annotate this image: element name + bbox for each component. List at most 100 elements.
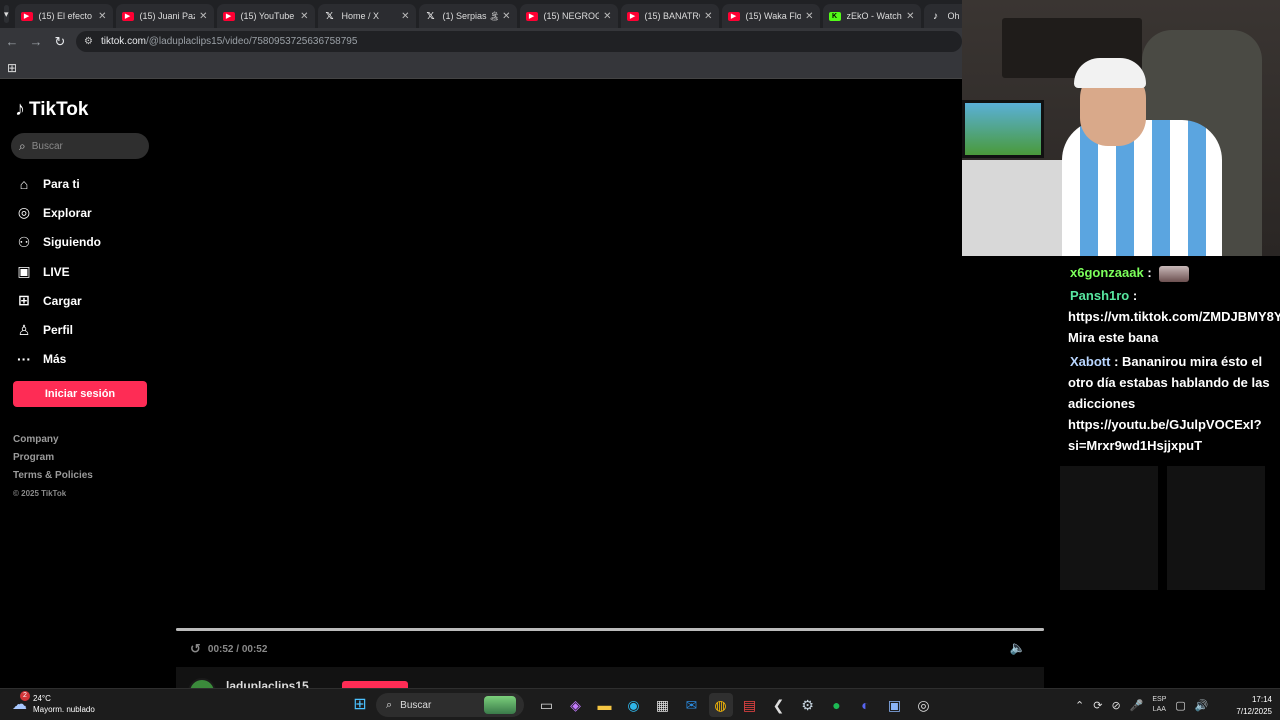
apps-grid-icon[interactable]: ⊞ <box>7 61 17 75</box>
close-icon[interactable]: ✕ <box>704 11 712 22</box>
browser-tab[interactable]: ♪ Oh <box>923 4 962 28</box>
sidebar-item-para-ti[interactable]: ⌂ Para ti <box>14 169 101 198</box>
voicemeeter-icon[interactable]: ▤ <box>738 693 762 717</box>
url-path: /@laduplaclips15/video/75809537256367587… <box>145 36 358 47</box>
windows-start-icon[interactable]: ⊞ <box>350 695 370 715</box>
webcam-feed <box>962 0 1280 256</box>
volume-icon[interactable]: 🔈 <box>1010 640 1026 656</box>
edge-icon[interactable]: ◉ <box>622 693 646 717</box>
sidebar-item-m-s[interactable]: ··· Más <box>14 345 101 374</box>
chat-emote <box>1159 265 1190 282</box>
author-name[interactable]: laduplaclips15 <box>226 679 309 688</box>
microphone-icon[interactable]: 🎤 <box>1130 699 1144 712</box>
follow-button[interactable] <box>342 681 408 688</box>
tab-search-menu-icon[interactable]: ▾ <box>4 5 9 23</box>
clock-time: 17:14 <box>1251 695 1272 704</box>
footer-link-program[interactable]: Program <box>13 452 93 470</box>
file-explorer-icon[interactable]: ▬ <box>593 693 617 717</box>
video-time: 00:52 / 00:52 <box>207 643 268 655</box>
copilot-icon[interactable]: ◈ <box>564 693 588 717</box>
chevron-up-icon[interactable]: ⌃ <box>1075 699 1084 712</box>
close-icon[interactable]: ✕ <box>805 11 813 22</box>
close-icon[interactable]: ✕ <box>199 11 207 22</box>
yt-favicon-icon: ▶ <box>525 11 538 21</box>
search-icon: ⌕ <box>386 698 393 711</box>
reload-icon[interactable]: ↻ <box>48 34 72 50</box>
url-bar[interactable]: ⚙ tiktok.com/@laduplaclips15/video/75809… <box>76 31 962 52</box>
browser-tab-label: (15) Juani Pazo <box>139 11 196 21</box>
obs-icon[interactable]: ◎ <box>912 693 936 717</box>
app-tray-icon[interactable]: ⊘ <box>1111 699 1120 712</box>
browser-tab[interactable]: ▶ (15) Waka Floc ✕ <box>721 4 820 28</box>
task-view-icon[interactable]: ▭ <box>535 693 559 717</box>
sidebar-item-perfil[interactable]: ♙ Perfil <box>14 315 101 344</box>
browser-tab[interactable]: ▶ (15) YouTube ✕ <box>216 4 315 28</box>
overlay-panel-left <box>1060 466 1158 590</box>
overlay-panel-right <box>1167 466 1265 590</box>
speaker-icon[interactable]: 🔊 <box>1195 699 1209 712</box>
sidebar-item-live[interactable]: ▣ LIVE <box>14 257 101 286</box>
browser-tab-label: (15) Waka Floc <box>745 11 802 21</box>
store-icon[interactable]: ▦ <box>651 693 675 717</box>
sidebar-item-explorar[interactable]: ◎ Explorar <box>14 198 101 227</box>
browser-tab-strip: ▾ ▶(15) El efecto b✕▶(15) Juani Pazo✕▶(1… <box>0 0 962 28</box>
steam-icon[interactable]: ⚙ <box>796 693 820 717</box>
footer-link-terms[interactable]: Terms & Policies <box>13 470 93 488</box>
bookmarks-bar: ⊞ <box>0 55 962 79</box>
close-icon[interactable]: ✕ <box>300 11 308 22</box>
discord-icon[interactable]: ◐ <box>854 693 878 717</box>
browser-tab[interactable]: ▶ (15) El efecto b ✕ <box>14 4 113 28</box>
weather-desc: Mayorm. nublado <box>33 705 95 714</box>
more-icon: ··· <box>17 351 31 368</box>
weather-widget[interactable]: ☁ 2 24°C Mayorm. nublado <box>12 691 95 715</box>
video-player[interactable]: ↺ 00:52 / 00:52 🔈 laduplaclips15 <box>176 80 1044 688</box>
browser-tab-label: (15) BANATRO <box>644 11 701 21</box>
browser-tab-label: Home / X <box>341 11 380 21</box>
search-input[interactable] <box>31 140 132 152</box>
footer-link-company[interactable]: Company <box>13 434 93 452</box>
language-indicator[interactable]: ESP LAA <box>1152 695 1166 715</box>
browser-tab[interactable]: ▶ (15) BANATRO ✕ <box>620 4 719 28</box>
clock[interactable]: 17:14 7/12/2025 <box>1228 694 1272 718</box>
tiktok-logo[interactable]: ♪ TikTok <box>15 98 88 121</box>
close-icon[interactable]: ✕ <box>906 11 914 22</box>
sidebar-menu: ⌂ Para ti ◎ Explorar ⚇ Siguiendo ▣ LIVE ⊞ Cargar ♙… <box>14 169 101 374</box>
replay-icon[interactable]: ↺ <box>190 641 201 657</box>
browser-tab[interactable]: ▶ (15) NEGROGA✕ <box>519 4 618 28</box>
close-icon[interactable]: ✕ <box>603 11 611 22</box>
video-progress-fill <box>176 628 1044 631</box>
browser-tab[interactable]: 𝕏 Home / X ✕ <box>317 4 416 28</box>
site-info-icon[interactable]: ⚙ <box>84 36 93 47</box>
copyright: © 2025 TikTok <box>13 489 67 498</box>
app-window-icon[interactable]: ▣ <box>883 693 907 717</box>
back-icon[interactable]: ← <box>0 34 24 49</box>
avatar[interactable] <box>188 678 216 688</box>
app-icon[interactable]: ❮ <box>767 693 791 717</box>
browser-tab[interactable]: KzEkO - Watch ✕ <box>822 4 921 28</box>
close-icon[interactable]: ✕ <box>98 11 106 22</box>
sidebar-item-siguiendo[interactable]: ⚇ Siguiendo <box>14 228 101 257</box>
browser-tab-label: (15) NEGROGA <box>543 11 600 21</box>
language-bottom: LAA <box>1152 706 1166 713</box>
login-button[interactable]: Iniciar sesión <box>13 381 147 407</box>
chat-message: x6gonzaaak : <box>1060 262 1280 283</box>
yt-favicon-icon: ▶ <box>222 11 235 21</box>
network-icon[interactable]: ▢ <box>1175 699 1185 712</box>
sidebar-item-cargar[interactable]: ⊞ Cargar <box>14 286 101 315</box>
sync-icon[interactable]: ⟳ <box>1093 699 1102 712</box>
taskbar-search[interactable]: ⌕ Buscar <box>376 693 524 717</box>
browser-tab[interactable]: ▶ (15) Juani Pazo✕ <box>115 4 214 28</box>
forward-icon[interactable]: → <box>24 34 48 49</box>
chrome-icon[interactable]: ◍ <box>708 693 733 717</box>
spotify-icon[interactable]: ● <box>825 693 849 717</box>
outlook-icon[interactable]: ✉ <box>680 693 704 717</box>
chat-message: Pansh1ro : https://vm.tiktok.com/ZMDJBMY… <box>1060 285 1280 348</box>
close-icon[interactable]: ✕ <box>502 11 510 22</box>
taskbar-search-label: Buscar <box>400 699 432 711</box>
browser-tab[interactable]: 𝕏 (1) Serpias 🏝 ✕ <box>418 4 517 28</box>
streamer-shirt <box>1062 120 1222 256</box>
video-progress-bar[interactable] <box>176 628 1044 631</box>
close-icon[interactable]: ✕ <box>401 11 409 22</box>
browser-tab-label: (1) Serpias 🏝 <box>442 10 499 21</box>
search-box[interactable]: ⌕ <box>11 133 149 159</box>
